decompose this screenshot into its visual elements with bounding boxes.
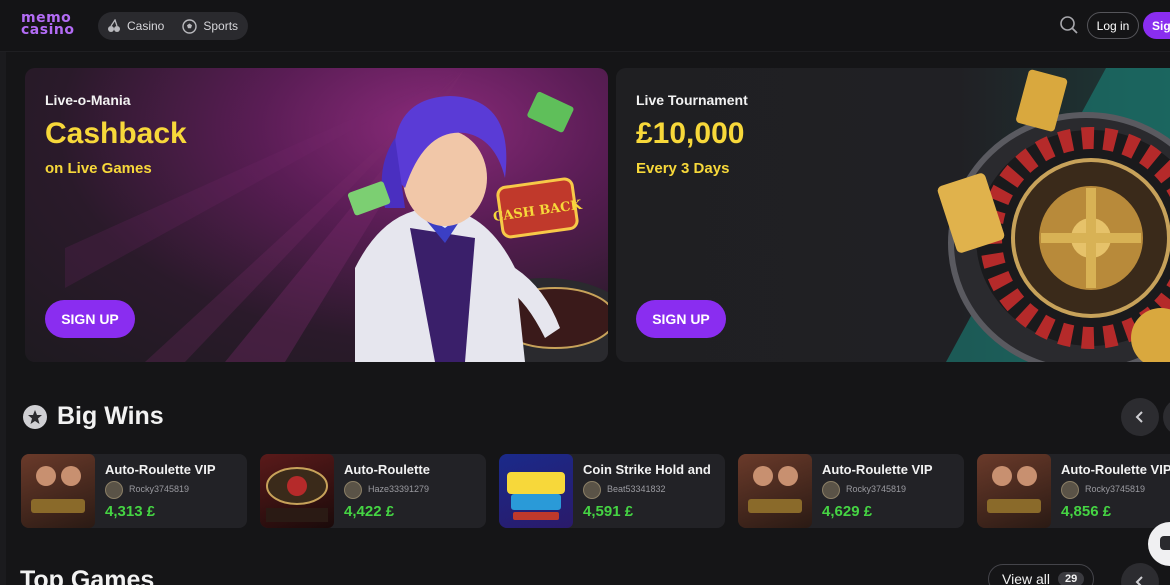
chat-icon [1160,536,1170,550]
section-title: Big Wins [57,402,164,430]
games-count-badge: 29 [1058,572,1085,585]
game-thumbnail [260,454,334,528]
banner-headline: Cashback [45,117,187,150]
win-amount: 4,856 £ [1061,503,1112,520]
winner-username: Rocky3745819 [129,484,190,494]
game-name: Auto-Roulette VIP [1061,462,1170,477]
chevron-left-icon [1135,411,1143,423]
win-amount: 4,422 £ [344,503,395,520]
winner-username: Rocky3745819 [1085,484,1146,494]
game-thumbnail [499,454,573,528]
nav-item-label: Sports [203,19,239,33]
user-avatar-icon [583,481,601,499]
big-wins-prev-button[interactable] [1121,398,1159,436]
user-avatar-icon [105,481,123,499]
banner-signup-button[interactable]: SIGN UP [45,300,135,338]
view-all-button[interactable]: View all 29 [988,564,1094,585]
support-chat-button[interactable] [1148,522,1170,566]
game-name: Coin Strike Hold and [583,462,711,477]
game-thumbnail [21,454,95,528]
big-win-card[interactable]: Auto-Roulette VIP Rocky3745819 4,629 £ [738,454,964,528]
banner-subtitle: Every 3 Days [636,160,730,177]
big-win-card[interactable]: Auto-Roulette Haze33391279 4,422 £ [260,454,486,528]
chevron-left-icon [1135,576,1143,585]
big-wins-heading: Big Wins [23,402,164,431]
win-amount: 4,313 £ [105,503,156,520]
nav-item-label: Casino [127,19,165,33]
user-avatar-icon [822,481,840,499]
winner-username: Rocky3745819 [846,484,907,494]
memo-casino-logo[interactable]: memo casino [21,11,83,40]
soccer-ball-icon [182,18,198,34]
game-name: Auto-Roulette [344,462,430,477]
signup-button[interactable]: Sig [1143,12,1170,39]
banner-eyebrow: Live Tournament [636,92,748,108]
promo-banner-tournament[interactable]: Live Tournament £10,000 Every 3 Days SIG… [616,68,1170,362]
top-games-heading: Top Games [20,566,155,585]
top-games-prev-button[interactable] [1121,563,1159,585]
winner-username: Beat53341832 [607,484,666,494]
logo-line-2: casino [21,22,75,38]
login-button[interactable]: Log in [1087,12,1139,39]
user-avatar-icon [1061,481,1079,499]
win-amount: 4,629 £ [822,503,873,520]
big-win-card[interactable]: Auto-Roulette VIP Rocky3745819 4,856 £ [977,454,1170,528]
cherries-icon [108,19,120,32]
search-icon[interactable] [1059,15,1079,35]
big-win-card[interactable]: Coin Strike Hold and Beat53341832 4,591 … [499,454,725,528]
top-header: memo casino Casino Sports Log in Sig [0,0,1170,52]
winner-username: Haze33391279 [368,484,430,494]
promo-banner-cashback[interactable]: CASH BACK Live-o-Mania Cashback on Live … [25,68,608,362]
game-name: Auto-Roulette VIP [822,462,933,477]
win-amount: 4,591 £ [583,503,634,520]
nav-item-casino[interactable]: Casino [98,12,173,40]
banner-headline: £10,000 [636,117,745,150]
left-edge-strip [0,52,6,585]
big-win-card[interactable]: Auto-Roulette VIP Rocky3745819 4,313 £ [21,454,247,528]
big-wins-next-button[interactable] [1163,398,1170,436]
game-name: Auto-Roulette VIP [105,462,216,477]
game-thumbnail [977,454,1051,528]
banner-signup-button[interactable]: SIGN UP [636,300,726,338]
main-nav: Casino Sports [98,12,248,40]
banner-eyebrow: Live-o-Mania [45,92,131,108]
nav-item-sports[interactable]: Sports [173,12,247,40]
banner-subtitle: on Live Games [45,160,152,177]
user-avatar-icon [344,481,362,499]
game-thumbnail [738,454,812,528]
star-icon [23,404,47,429]
view-all-label: View all [1002,571,1050,585]
